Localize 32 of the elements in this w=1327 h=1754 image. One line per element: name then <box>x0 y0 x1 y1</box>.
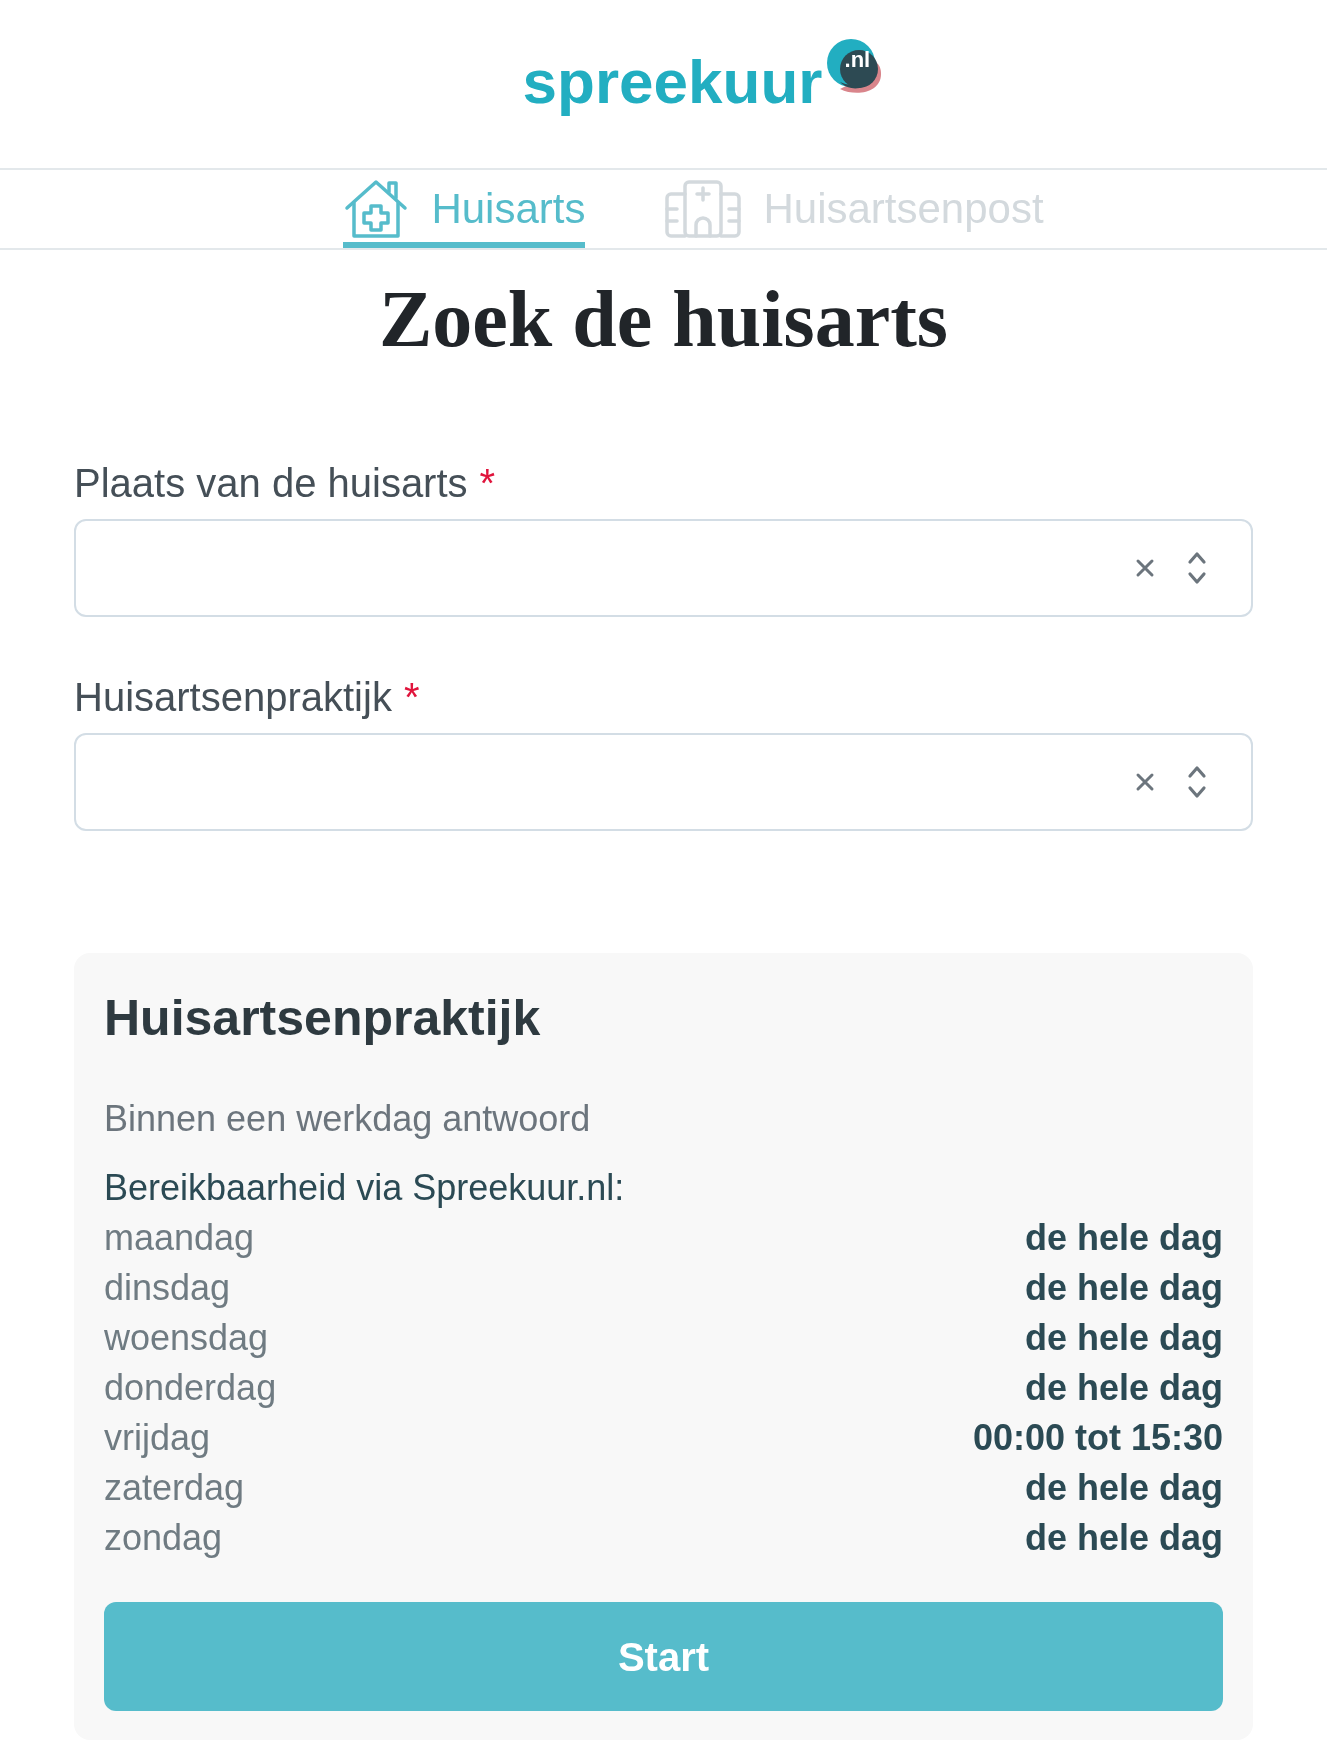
weekday-label: vrijdag <box>104 1416 211 1460</box>
hours-value: de hele dag <box>1024 1316 1223 1360</box>
combobox-field[interactable] <box>74 519 1253 617</box>
weekday-label: dinsdag <box>104 1266 231 1310</box>
weekday-label: woensdag <box>104 1316 269 1360</box>
required-asterisk: * <box>403 674 420 721</box>
weekday-label: zaterdag <box>104 1466 245 1510</box>
hospital-building-icon <box>665 180 742 238</box>
hours-value: de hele dag <box>1024 1216 1223 1260</box>
tab[interactable]: Huisarts <box>343 170 586 248</box>
chevron-up-down-icon[interactable] <box>1187 551 1207 585</box>
required-asterisk: * <box>479 460 496 507</box>
hours-value: de hele dag <box>1024 1516 1223 1560</box>
combobox-field[interactable] <box>74 733 1253 831</box>
weekday-label: zondag <box>104 1516 223 1560</box>
hours-value: 00:00 tot 15:30 <box>972 1416 1223 1460</box>
field-label: Plaats van de huisarts <box>74 460 468 507</box>
weekday-label: donderdag <box>104 1366 277 1410</box>
page-heading: Zoek de huisarts <box>378 274 949 365</box>
clear-icon[interactable] <box>1135 558 1155 578</box>
response-time-text: Binnen een werkdag antwoord <box>104 1097 592 1141</box>
hours-value: de hele dag <box>1024 1266 1223 1310</box>
start-button[interactable]: Start <box>104 1602 1223 1711</box>
hours-value: de hele dag <box>1024 1366 1223 1410</box>
clear-icon[interactable] <box>1135 772 1155 792</box>
house-plus-icon <box>343 178 410 240</box>
availability-heading: Bereikbaarheid via Spreekuur.nl: <box>104 1166 626 1210</box>
field-label: Huisartsenpraktijk <box>74 674 392 721</box>
card-title: Huisartsenpraktijk <box>104 989 542 1048</box>
chevron-up-down-icon[interactable] <box>1187 765 1207 799</box>
weekday-label: maandag <box>104 1216 255 1260</box>
hours-value: de hele dag <box>1024 1466 1223 1510</box>
